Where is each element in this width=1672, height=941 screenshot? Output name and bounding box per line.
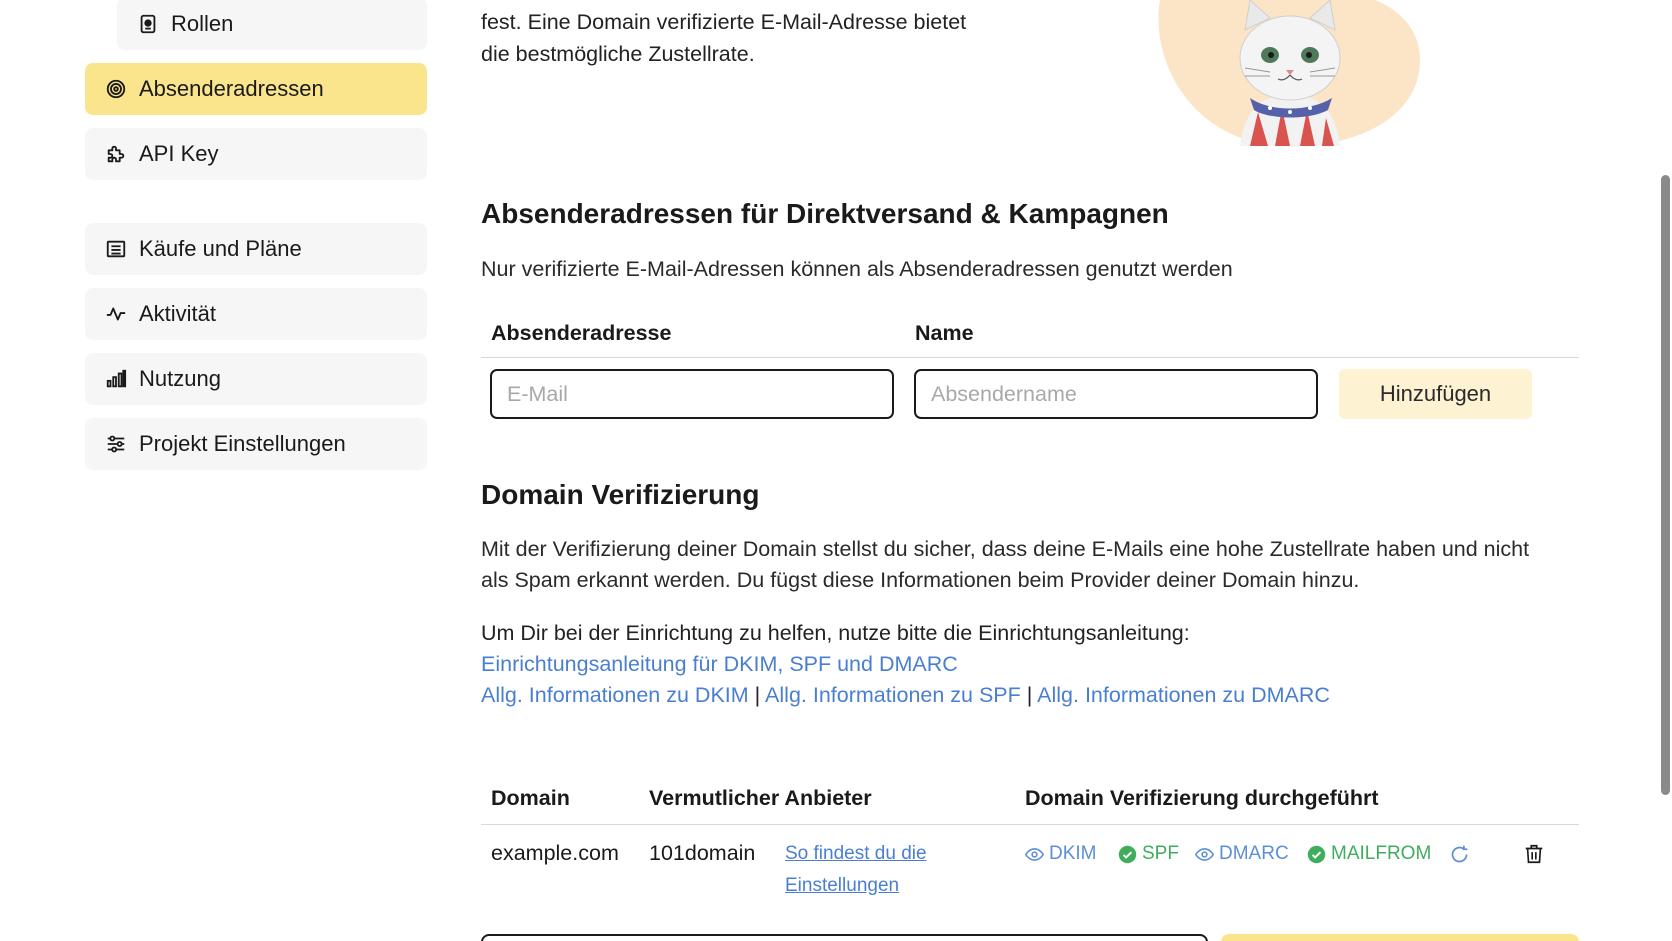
sidebar-item-label: Rollen [171,11,234,36]
domain-section-title: Domain Verifizierung [481,479,760,510]
table-divider [481,357,1579,358]
sidebar-item-api-key[interactable]: API Key [85,128,427,180]
dkim-status: DKIM [1025,843,1097,865]
settings-help-link[interactable]: So findest du die Einstellungen [785,838,927,902]
link-separator: | [754,683,761,707]
settings-help-link-line: So findest du die [785,843,927,864]
bar-chart-icon [105,368,127,390]
domain-input[interactable] [481,934,1208,941]
intro-line: die bestmögliche Zustellrate. [481,42,755,66]
column-header-absenderadresse: Absenderadresse [491,321,672,345]
column-header-domain: Domain [491,786,570,810]
link-separator: | [1026,683,1033,707]
sidebar-item-rollen[interactable]: Rollen [117,0,427,50]
sidebar-item-label: Projekt Einstellungen [139,431,346,456]
eye-icon [1195,847,1214,861]
badge-icon [137,13,159,35]
sidebar-item-label: Nutzung [139,366,221,391]
mailfrom-label: MAILFROM [1331,843,1432,864]
activity-icon [105,303,127,325]
dkim-label: DKIM [1049,843,1097,864]
dmarc-status: DMARC [1195,843,1289,865]
help-text: Um Dir bei der Einrichtung zu helfen, nu… [481,621,1190,645]
spf-label: SPF [1142,843,1179,864]
domain-description-line: als Spam erkannt werden. Du fügst diese … [481,568,1360,592]
sidebar-item-absenderadressen[interactable]: Absenderadressen [85,63,427,115]
domain-description-line: Mit der Verifizierung deiner Domain stel… [481,537,1530,561]
intro-line: fest. Eine Domain verifizierte E-Mail-Ad… [481,10,967,34]
setup-guide-link[interactable]: Einrichtungsanleitung für DKIM, SPF und … [481,652,958,676]
sidebar-item-projekt-einstellungen[interactable]: Projekt Einstellungen [85,418,427,470]
mailfrom-status: MAILFROM [1307,843,1431,865]
sidebar-item-label: Käufe und Pläne [139,236,302,261]
senders-section-title: Absenderadressen für Direktversand & Kam… [481,198,1169,229]
dmarc-label: DMARC [1219,843,1289,864]
sidebar-item-nutzung[interactable]: Nutzung [85,353,427,405]
eye-icon [1025,847,1044,861]
refresh-icon[interactable] [1446,841,1472,867]
add-domain-button[interactable] [1221,934,1579,941]
sidebar-item-kaeufe-und-plaene[interactable]: Käufe und Pläne [85,223,427,275]
target-icon [105,78,127,100]
list-icon [105,238,127,260]
puzzle-icon [105,143,127,165]
sidebar-item-aktivitaet[interactable]: Aktivität [85,288,427,340]
column-header-provider: Vermutlicher Anbieter [649,786,872,810]
domain-cell: example.com [491,841,619,865]
column-header-name: Name [915,321,974,345]
senders-section-subtitle: Nur verifizierte E-Mail-Adressen können … [481,257,1233,281]
sidebar-item-label: Absenderadressen [139,76,324,101]
delete-icon[interactable] [1521,841,1547,867]
table-divider [481,824,1579,825]
email-input[interactable] [490,369,894,419]
check-circle-icon [1307,845,1326,863]
cat-mascot-illustration [1158,0,1420,147]
sliders-icon [105,433,127,455]
spf-info-link[interactable]: Allg. Informationen zu SPF [765,683,1021,707]
spf-status: SPF [1118,843,1179,865]
domain-description: Mit der Verifizierung deiner Domain stel… [481,534,1529,596]
column-header-verification: Domain Verifizierung durchgeführt [1025,786,1379,810]
sidebar-item-label: API Key [139,141,219,166]
dkim-info-link[interactable]: Allg. Informationen zu DKIM [481,683,749,707]
add-sender-button[interactable]: Hinzufügen [1339,369,1532,419]
intro-text: fest. Eine Domain verifizierte E-Mail-Ad… [481,6,1001,70]
check-circle-icon [1118,845,1137,863]
help-links: Um Dir bei der Einrichtung zu helfen, nu… [481,618,1330,711]
settings-help-link-line: Einstellungen [785,875,900,896]
sender-name-input[interactable] [914,369,1318,419]
dmarc-info-link[interactable]: Allg. Informationen zu DMARC [1037,683,1330,707]
sidebar-item-label: Aktivität [139,301,217,326]
scrollbar[interactable] [1661,175,1670,795]
provider-cell: 101domain [649,841,756,865]
